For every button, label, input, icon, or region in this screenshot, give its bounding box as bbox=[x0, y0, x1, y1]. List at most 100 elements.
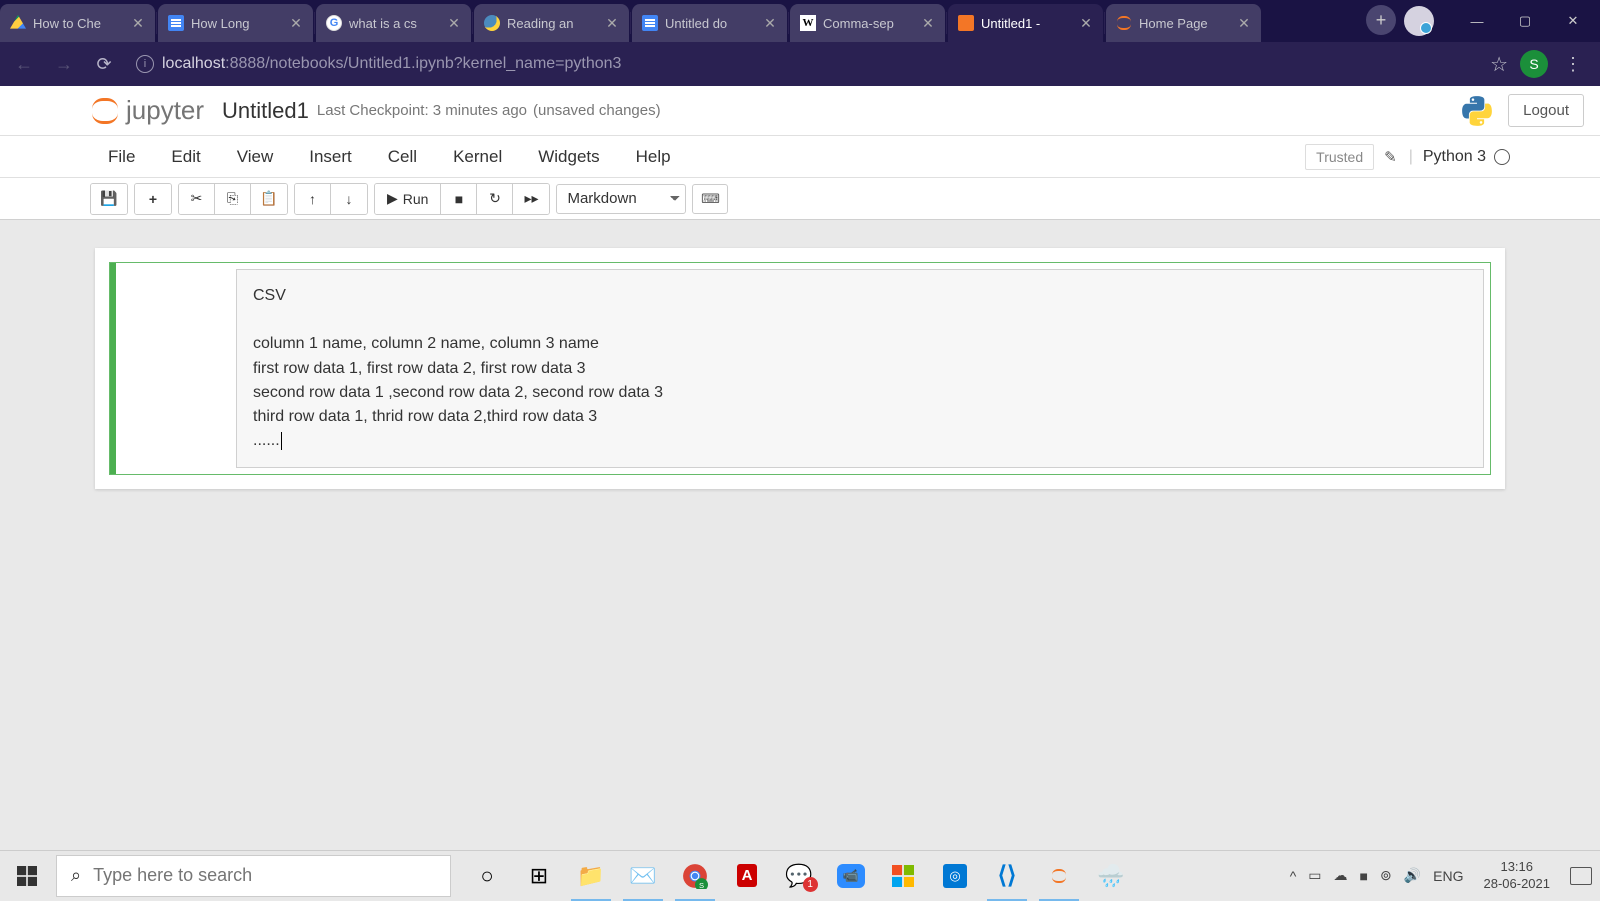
insert-cell-button[interactable]: + bbox=[135, 184, 171, 214]
menu-file[interactable]: File bbox=[90, 147, 153, 167]
tab-close-icon[interactable]: ✕ bbox=[921, 16, 935, 30]
edit-mode-icon: ✎ bbox=[1384, 148, 1397, 166]
save-button[interactable]: 💾 bbox=[91, 184, 127, 214]
jupyter-toolbar: 💾 + ✂ ⎘ 📋 ↑ ↓ ▶ Run ■ ↻ ▸▸ Markdown ⌨ bbox=[0, 178, 1600, 220]
trusted-indicator[interactable]: Trusted bbox=[1305, 144, 1374, 170]
browser-menu-button[interactable]: ⋮ bbox=[1560, 54, 1586, 75]
run-button[interactable]: ▶ Run bbox=[375, 184, 441, 214]
tab-close-icon[interactable]: ✕ bbox=[131, 16, 145, 30]
move-up-button[interactable]: ↑ bbox=[295, 184, 331, 214]
nav-back-button[interactable]: ← bbox=[6, 46, 42, 82]
url-field[interactable]: i localhost:8888/notebooks/Untitled1.ipy… bbox=[126, 55, 1486, 73]
tray-volume-icon[interactable]: 🔊 bbox=[1404, 867, 1421, 884]
mail-icon[interactable]: ✉️ bbox=[617, 851, 669, 901]
browser-profile-button[interactable] bbox=[1404, 6, 1434, 36]
tray-language[interactable]: ENG bbox=[1433, 868, 1463, 884]
tab-close-icon[interactable]: ✕ bbox=[1079, 16, 1093, 30]
tab-title: Home Page bbox=[1139, 16, 1230, 31]
app-icon[interactable]: ◎ bbox=[929, 851, 981, 901]
start-button[interactable] bbox=[0, 851, 54, 901]
notebook-cell[interactable]: CSV column 1 name, column 2 name, column… bbox=[109, 262, 1491, 475]
taskbar-search[interactable]: ⌕ bbox=[56, 855, 451, 897]
jupyter-logo[interactable]: jupyter bbox=[90, 95, 204, 126]
cut-cell-button[interactable]: ✂ bbox=[179, 184, 215, 214]
bookmark-star-icon[interactable]: ☆ bbox=[1490, 52, 1508, 77]
menu-view[interactable]: View bbox=[219, 147, 292, 167]
acrobat-icon[interactable]: A bbox=[721, 851, 773, 901]
chrome-icon[interactable]: S bbox=[669, 851, 721, 901]
tray-wifi-icon[interactable]: ⊚ bbox=[1380, 867, 1392, 884]
new-tab-button[interactable]: + bbox=[1366, 5, 1396, 35]
browser-tab[interactable]: Reading an ✕ bbox=[474, 4, 629, 42]
menu-insert[interactable]: Insert bbox=[291, 147, 370, 167]
tab-title: Untitled1 - bbox=[981, 16, 1072, 31]
tab-favicon bbox=[484, 15, 500, 31]
jupyter-header: jupyter Untitled1 Last Checkpoint: 3 min… bbox=[0, 86, 1600, 136]
menu-help[interactable]: Help bbox=[618, 147, 689, 167]
paste-cell-button[interactable]: 📋 bbox=[251, 184, 287, 214]
menu-widgets[interactable]: Widgets bbox=[520, 147, 617, 167]
notebook-container: CSV column 1 name, column 2 name, column… bbox=[95, 248, 1505, 489]
cell-editor[interactable]: CSV column 1 name, column 2 name, column… bbox=[236, 269, 1484, 468]
jupyter-menubar: FileEditViewInsertCellKernelWidgetsHelp … bbox=[0, 136, 1600, 178]
tray-chevron-icon[interactable]: ^ bbox=[1290, 868, 1297, 884]
cell-type-select[interactable]: Markdown bbox=[556, 184, 686, 214]
maximize-button[interactable]: ▢ bbox=[1502, 0, 1548, 42]
menu-edit[interactable]: Edit bbox=[153, 147, 218, 167]
nav-forward-button[interactable]: → bbox=[46, 46, 82, 82]
kernel-indicator[interactable]: Python 3 bbox=[1423, 148, 1510, 166]
browser-tab[interactable]: WComma-sep✕ bbox=[790, 4, 945, 42]
task-view-icon[interactable]: ⊞ bbox=[513, 851, 565, 901]
tray-onedrive-icon[interactable]: ☁ bbox=[1334, 867, 1348, 884]
tab-title: what is a cs bbox=[349, 16, 440, 31]
cortana-icon[interactable]: ○ bbox=[461, 851, 513, 901]
nav-reload-button[interactable]: ⟳ bbox=[86, 46, 122, 82]
restart-run-all-button[interactable]: ▸▸ bbox=[513, 184, 549, 214]
tray-battery-icon[interactable]: ■ bbox=[1360, 868, 1368, 884]
clock-time: 13:16 bbox=[1484, 859, 1551, 876]
weather-icon[interactable]: 🌧️ bbox=[1085, 851, 1137, 901]
notebook-title[interactable]: Untitled1 bbox=[222, 98, 309, 124]
browser-tab[interactable]: Gwhat is a cs ✕ bbox=[316, 4, 471, 42]
cell-content: CSV column 1 name, column 2 name, column… bbox=[253, 287, 663, 449]
vscode-icon[interactable]: ⟨⟩ bbox=[981, 851, 1033, 901]
tab-favicon: G bbox=[326, 15, 342, 31]
tab-title: Untitled do bbox=[665, 16, 756, 31]
tab-title: Reading an bbox=[507, 16, 598, 31]
whatsapp-icon[interactable]: 💬1 bbox=[773, 851, 825, 901]
browser-tab[interactable]: Untitled1 - ✕ bbox=[948, 4, 1103, 42]
clock-date: 28-06-2021 bbox=[1484, 876, 1551, 893]
tab-close-icon[interactable]: ✕ bbox=[447, 16, 461, 30]
tab-close-icon[interactable]: ✕ bbox=[763, 16, 777, 30]
browser-tab[interactable]: Home Page ✕ bbox=[1106, 4, 1261, 42]
logout-button[interactable]: Logout bbox=[1508, 94, 1584, 127]
taskbar-search-input[interactable] bbox=[93, 865, 436, 886]
copy-cell-button[interactable]: ⎘ bbox=[215, 184, 251, 214]
move-down-button[interactable]: ↓ bbox=[331, 184, 367, 214]
browser-tab[interactable]: How Long ✕ bbox=[158, 4, 313, 42]
ms-store-icon[interactable] bbox=[877, 851, 929, 901]
action-center-icon[interactable] bbox=[1570, 867, 1592, 885]
tab-favicon bbox=[642, 15, 658, 31]
tab-favicon bbox=[958, 15, 974, 31]
windows-taskbar: ⌕ ○ ⊞ 📁 ✉️ S A 💬1 📹 ◎ ⟨⟩ 🌧️ ^ ▭ ☁ ■ ⊚ 🔊 … bbox=[0, 850, 1600, 900]
browser-tab[interactable]: Untitled do ✕ bbox=[632, 4, 787, 42]
interrupt-button[interactable]: ■ bbox=[441, 184, 477, 214]
profile-avatar[interactable]: S bbox=[1520, 50, 1548, 78]
minimize-button[interactable]: — bbox=[1454, 0, 1500, 42]
zoom-icon[interactable]: 📹 bbox=[825, 851, 877, 901]
tab-close-icon[interactable]: ✕ bbox=[605, 16, 619, 30]
close-window-button[interactable]: ✕ bbox=[1550, 0, 1596, 42]
command-palette-button[interactable]: ⌨ bbox=[692, 184, 728, 214]
taskbar-clock[interactable]: 13:16 28-06-2021 bbox=[1476, 859, 1559, 893]
tray-display-icon[interactable]: ▭ bbox=[1308, 867, 1321, 884]
tab-close-icon[interactable]: ✕ bbox=[1237, 16, 1251, 30]
browser-tab[interactable]: How to Che✕ bbox=[0, 4, 155, 42]
menu-cell[interactable]: Cell bbox=[370, 147, 435, 167]
file-explorer-icon[interactable]: 📁 bbox=[565, 851, 617, 901]
jupyter-taskbar-icon[interactable] bbox=[1033, 851, 1085, 901]
menu-kernel[interactable]: Kernel bbox=[435, 147, 520, 167]
site-info-icon[interactable]: i bbox=[136, 55, 154, 73]
tab-close-icon[interactable]: ✕ bbox=[289, 16, 303, 30]
restart-button[interactable]: ↻ bbox=[477, 184, 513, 214]
